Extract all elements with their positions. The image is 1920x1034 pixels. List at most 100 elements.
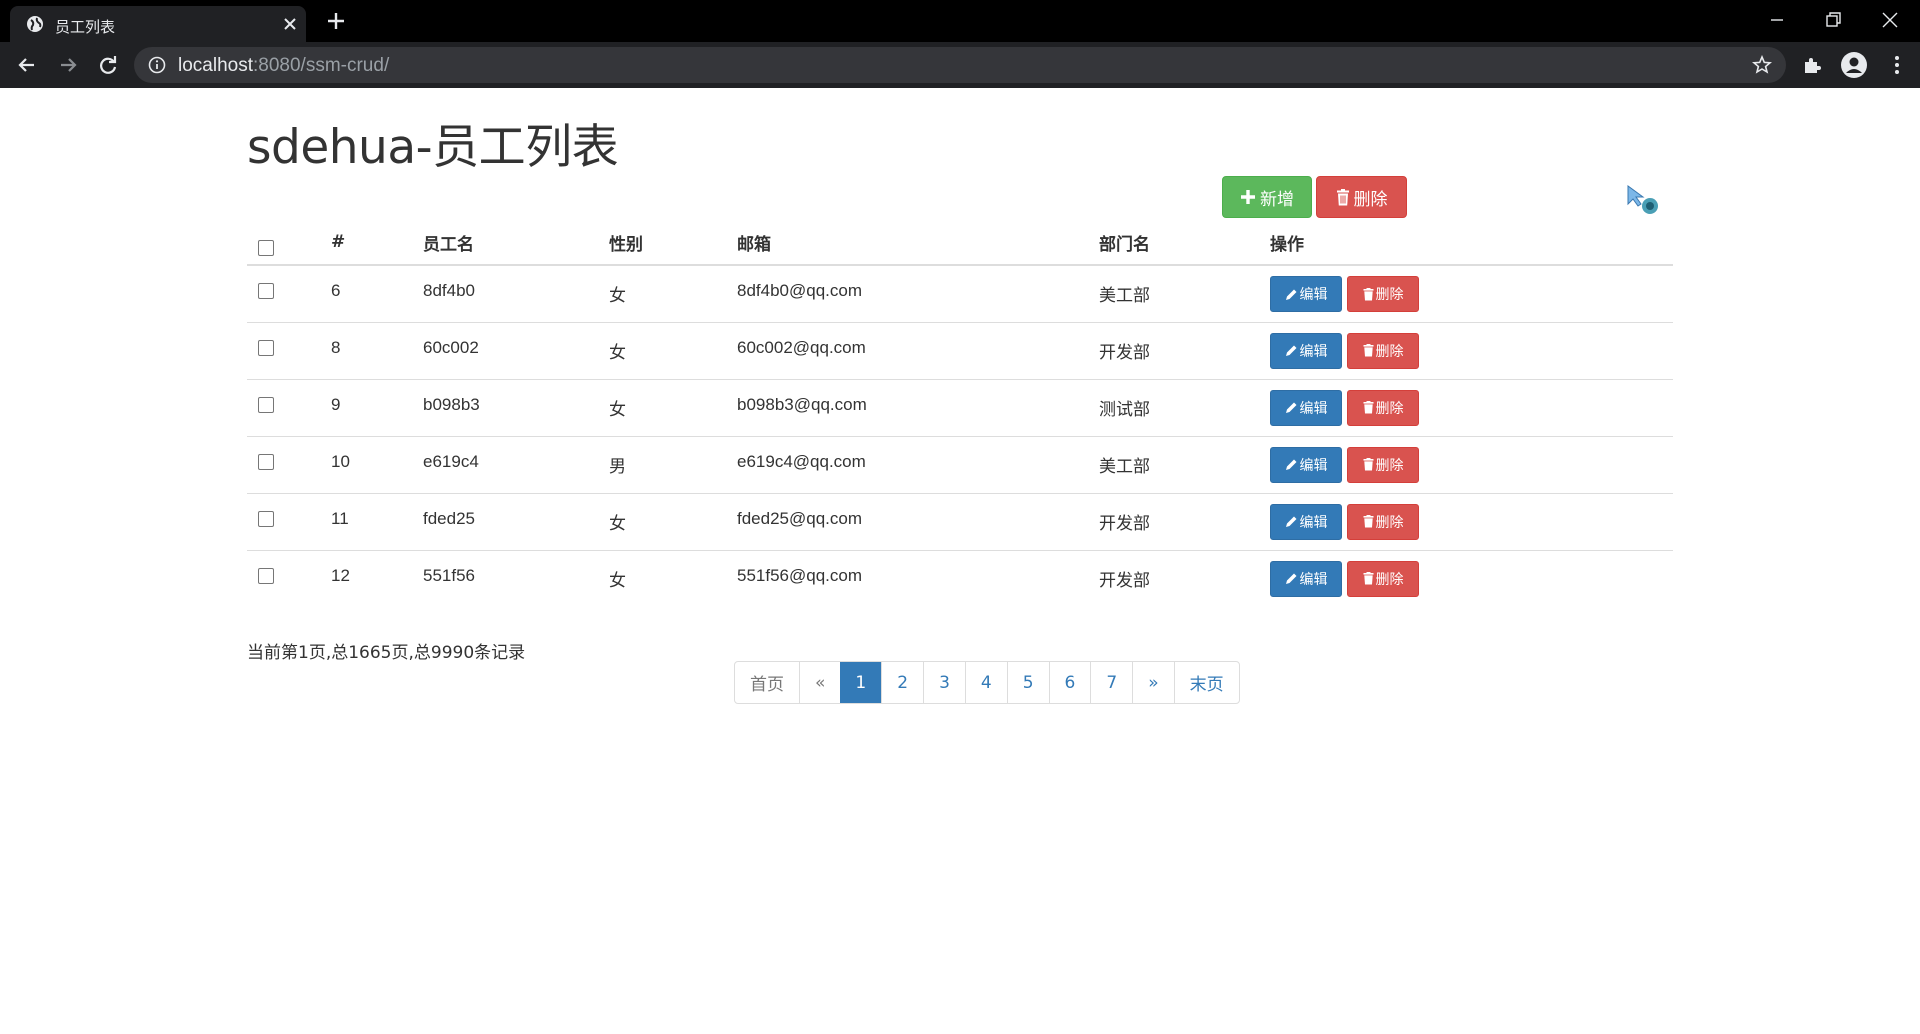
cell-actions: 编辑 删除	[1270, 321, 1673, 379]
add-employee-button[interactable]: 新增	[1222, 176, 1312, 218]
page-link-1[interactable]: 1	[840, 662, 882, 703]
row-select-cell	[247, 549, 331, 607]
cell-id: 11	[331, 492, 423, 550]
delete-button-label: 删除	[1375, 287, 1404, 303]
trash-icon	[1363, 458, 1373, 471]
header-email: 邮箱	[737, 220, 1099, 266]
more-menu-icon[interactable]	[1885, 53, 1909, 77]
trash-icon	[1363, 515, 1373, 528]
cell-actions: 编辑 删除	[1270, 549, 1673, 607]
cell-actions: 编辑 删除	[1270, 378, 1673, 436]
row-select-cell	[247, 265, 331, 322]
cell-dept: 美工部	[1099, 286, 1150, 306]
page-link-7[interactable]: 7	[1090, 662, 1132, 703]
delete-button[interactable]: 删除	[1347, 503, 1419, 540]
address-bar[interactable]: localhost:8080/ssm-crud/	[134, 47, 1786, 83]
edit-button[interactable]: 编辑	[1270, 503, 1342, 540]
cell-name: 60c002	[423, 321, 609, 379]
page-link-4[interactable]: 4	[964, 662, 1007, 703]
pencil-icon	[1285, 289, 1296, 300]
edit-button[interactable]: 编辑	[1270, 446, 1342, 483]
edit-button[interactable]: 编辑	[1270, 560, 1342, 597]
edit-button[interactable]: 编辑	[1270, 276, 1342, 312]
delete-button-label: 删除	[1375, 343, 1404, 360]
first-page-link[interactable]: 首页	[735, 662, 799, 703]
cell-name: 8df4b0	[423, 281, 475, 300]
url-host: localhost	[178, 55, 253, 76]
cell-email: b098b3@qq.com	[737, 378, 1099, 436]
row-select-cell	[247, 435, 331, 493]
delete-selected-button[interactable]: 删除	[1316, 176, 1407, 218]
browser-tab[interactable]: 员工列表	[10, 6, 306, 42]
row-select-cell	[247, 378, 331, 436]
delete-button-label: 删除	[1375, 571, 1404, 588]
close-window-icon[interactable]	[1878, 8, 1902, 32]
forward-icon[interactable]	[56, 53, 80, 77]
table-row: 9 b098b3 女 b098b3@qq.com 测试部 编辑 删除	[247, 378, 1673, 436]
page-link-3[interactable]: 3	[923, 662, 965, 703]
table-header-row: # 员工名 性别 邮箱 部门名 操作	[247, 220, 1673, 266]
row-checkbox[interactable]	[258, 283, 274, 299]
row-checkbox[interactable]	[258, 396, 274, 413]
browser-tab-strip: 员工列表	[0, 0, 1920, 42]
bookmark-star-icon[interactable]	[1752, 55, 1772, 75]
delete-button[interactable]: 删除	[1347, 446, 1419, 483]
reload-icon[interactable]	[96, 53, 120, 77]
next-page-link[interactable]: »	[1132, 662, 1173, 703]
edit-button-label: 编辑	[1299, 457, 1328, 474]
cell-dept: 美工部	[1099, 435, 1270, 493]
row-checkbox[interactable]	[258, 339, 274, 356]
employee-table: # 员工名 性别 邮箱 部门名 操作 6 8df4b0 女 8df4b0@qq.com…	[247, 220, 1673, 607]
delete-button[interactable]: 删除	[1347, 276, 1419, 312]
page-link-6[interactable]: 6	[1048, 662, 1091, 703]
trash-icon	[1336, 188, 1349, 205]
table-row: 11 fded25 女 fded25@qq.com 开发部 编辑 删除	[247, 492, 1673, 550]
delete-button-label: 删除	[1375, 457, 1404, 474]
url-text: localhost:8080/ssm-crud/	[178, 55, 389, 77]
new-tab-icon[interactable]	[326, 11, 346, 31]
cell-email: 551f56@qq.com	[737, 549, 1099, 607]
delete-all-button-label: 删除	[1353, 189, 1388, 210]
row-checkbox[interactable]	[258, 567, 274, 584]
cell-id: 10	[331, 435, 423, 493]
cell-email: 8df4b0@qq.com	[737, 281, 863, 300]
close-tab-icon[interactable]	[282, 16, 298, 32]
minimize-icon[interactable]	[1765, 8, 1789, 32]
pagination: 首页 « 1234567 » 末页	[734, 661, 1240, 704]
pencil-icon	[1285, 345, 1296, 356]
edit-button[interactable]: 编辑	[1270, 389, 1342, 426]
delete-button[interactable]: 删除	[1347, 560, 1419, 597]
cell-name: b098b3	[423, 378, 609, 436]
site-info-icon[interactable]	[148, 56, 166, 74]
select-all-checkbox[interactable]	[258, 239, 274, 256]
restore-icon[interactable]	[1821, 8, 1845, 32]
table-row: 8 60c002 女 60c002@qq.com 开发部 编辑 删除	[247, 321, 1673, 379]
table-row: 12 551f56 女 551f56@qq.com 开发部 编辑 删除	[247, 549, 1673, 607]
cell-actions: 编辑 删除	[1270, 435, 1673, 493]
last-page-link[interactable]: 末页	[1173, 662, 1239, 703]
cell-name: fded25	[423, 492, 609, 550]
row-checkbox[interactable]	[258, 510, 274, 527]
browser-toolbar: localhost:8080/ssm-crud/	[0, 42, 1920, 88]
back-icon[interactable]	[15, 53, 39, 77]
profile-avatar-icon[interactable]	[1840, 51, 1868, 79]
page-link-2[interactable]: 2	[881, 662, 923, 703]
tab-title: 员工列表	[55, 18, 116, 36]
delete-button[interactable]: 删除	[1347, 332, 1419, 369]
cell-actions: 编辑 删除	[1270, 265, 1673, 322]
cell-gender: 女	[609, 492, 737, 550]
cell-id: 8	[331, 321, 423, 379]
cell-email: fded25@qq.com	[737, 492, 1099, 550]
trash-icon	[1363, 572, 1373, 585]
cell-gender: 女	[609, 549, 737, 607]
trash-icon	[1363, 344, 1373, 357]
cell-gender: 女	[609, 321, 737, 379]
page-link-5[interactable]: 5	[1006, 662, 1049, 703]
cell-gender: 女	[609, 286, 626, 306]
row-checkbox[interactable]	[258, 453, 274, 470]
edit-button[interactable]: 编辑	[1270, 332, 1342, 369]
pencil-icon	[1285, 516, 1296, 527]
prev-page-link[interactable]: «	[799, 662, 840, 703]
delete-button[interactable]: 删除	[1347, 389, 1419, 426]
extensions-icon[interactable]	[1800, 53, 1824, 77]
